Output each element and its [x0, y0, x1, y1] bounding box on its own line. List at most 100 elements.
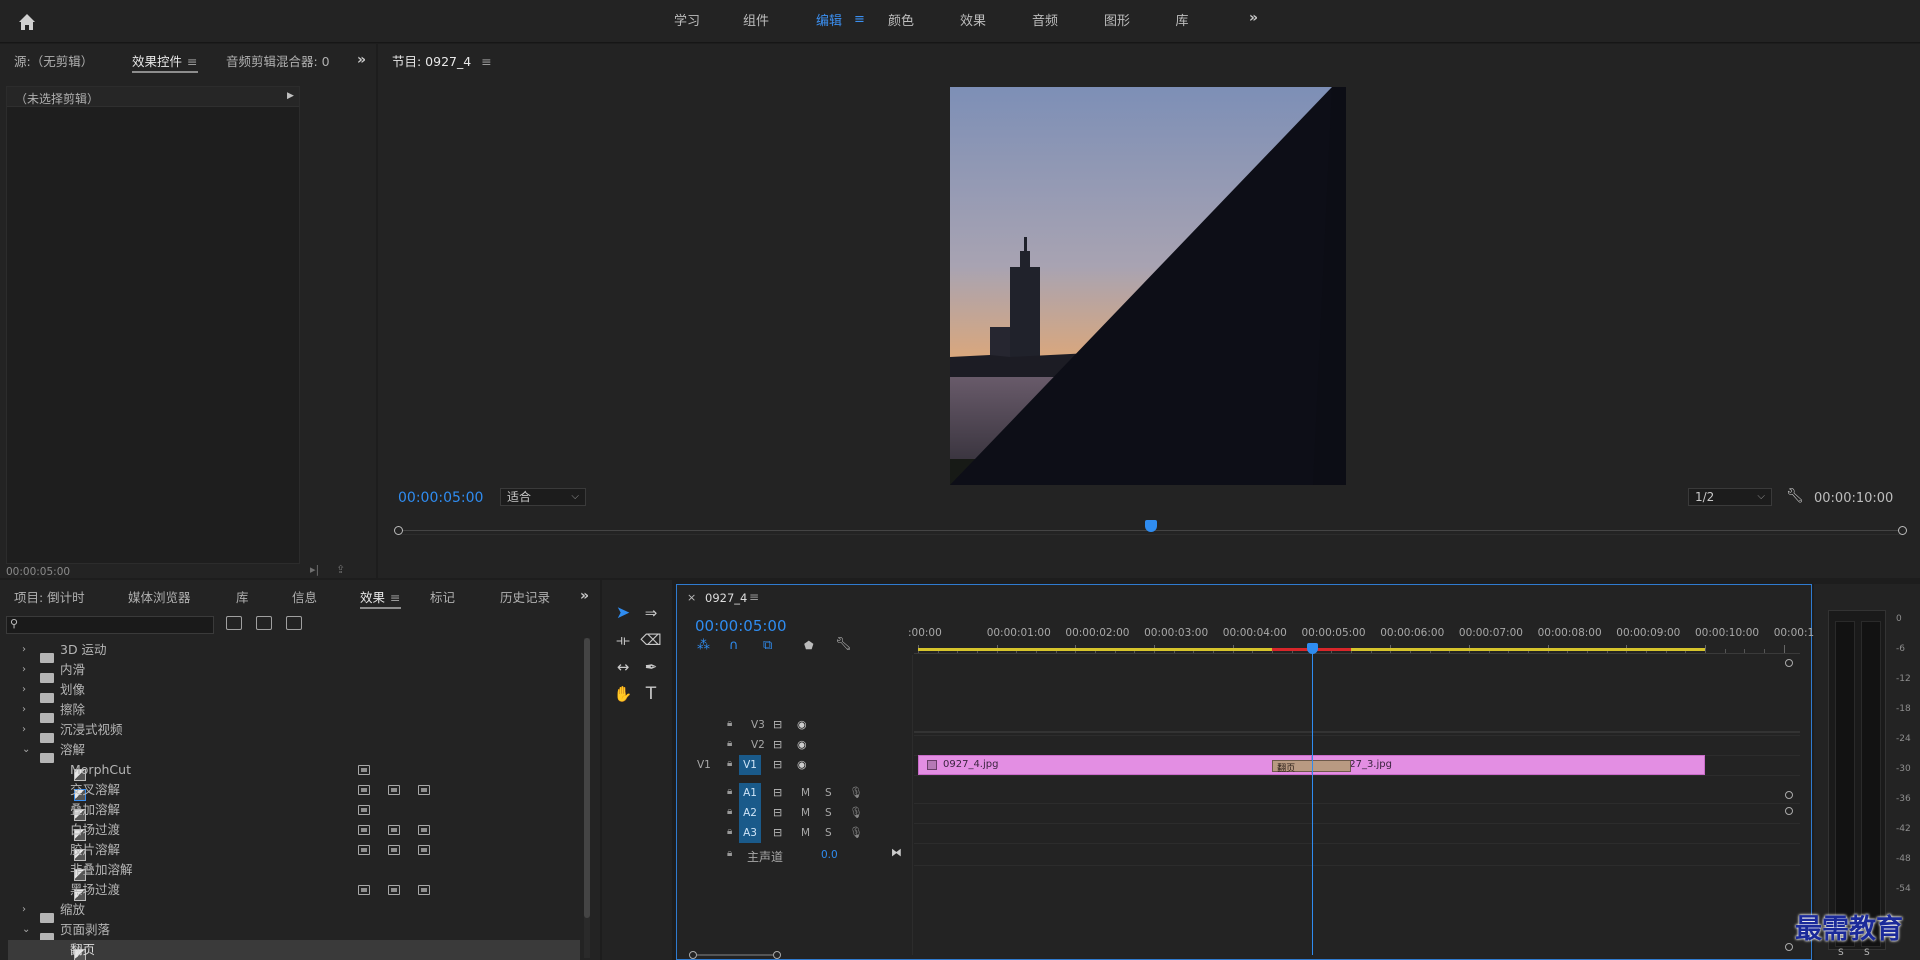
expand-arrow-icon[interactable]: › [22, 700, 26, 720]
slip-tool-icon[interactable]: ↔ [612, 656, 634, 678]
tree-effect-row[interactable]: 黑场过渡 [8, 880, 580, 901]
tree-effect-row[interactable]: 非叠加溶解 [8, 860, 580, 881]
sync-lock-icon[interactable]: ⊟ [773, 718, 782, 731]
tab-libraries[interactable]: 库 [236, 584, 249, 612]
program-playhead[interactable] [1145, 520, 1157, 532]
eye-icon[interactable]: ◉ [797, 738, 807, 751]
panel-overflow-icon[interactable]: » [580, 588, 589, 604]
effects-search-box[interactable]: ⚲ [6, 616, 214, 634]
expand-arrow-icon[interactable]: ▶ [287, 91, 294, 101]
tree-folder-row[interactable]: › 擦除 [8, 700, 580, 723]
tree-folder-row[interactable]: ⌄ 页面剥落 [8, 920, 580, 943]
resolution-dropdown[interactable]: 1/2 ⌵ [1688, 488, 1772, 506]
filter-play-icon[interactable]: ▸| [310, 563, 319, 576]
workspace-tab-learn[interactable]: 学习 [672, 12, 702, 32]
tree-folder-row[interactable]: › 缩放 [8, 900, 580, 923]
expand-arrow-icon[interactable]: › [22, 900, 26, 920]
timeline-timecode[interactable]: 00:00:05:00 [695, 617, 787, 635]
microphone-icon[interactable]: 🎙︎ [849, 806, 863, 819]
sync-lock-icon[interactable]: ⊟ [773, 806, 782, 819]
scrubber-end-handle[interactable] [1898, 526, 1907, 535]
expand-arrow-icon[interactable]: ⌄ [22, 740, 30, 760]
sync-lock-icon[interactable]: ⊟ [773, 758, 782, 771]
tree-effect-row[interactable]: MorphCut [8, 760, 580, 781]
workspace-tab-color[interactable]: 颜色 [886, 12, 916, 32]
timeline-settings-wrench-icon[interactable]: 🔧︎ [835, 637, 852, 652]
timeline-playhead[interactable] [1306, 643, 1318, 654]
sync-lock-icon[interactable]: ⊟ [773, 826, 782, 839]
home-icon[interactable] [16, 11, 38, 33]
solo-button[interactable]: S [825, 827, 832, 839]
audio-track-button[interactable]: A2 [739, 803, 761, 823]
export-icon[interactable]: ⇪ [336, 563, 345, 576]
32bit-effects-filter-icon[interactable] [256, 616, 272, 630]
linked-selection-icon[interactable]: ⧉ [763, 638, 772, 653]
workspace-tab-libraries[interactable]: 库 [1174, 12, 1190, 32]
scrubber-start-handle[interactable] [394, 526, 403, 535]
microphone-icon[interactable]: 🎙︎ [849, 786, 863, 799]
program-timecode-current[interactable]: 00:00:05:00 [398, 490, 483, 506]
tab-media-browser[interactable]: 媒体浏览器 [128, 584, 191, 612]
wrench-icon[interactable]: 🔧︎ [1786, 488, 1804, 504]
panel-menu-icon[interactable]: ≡ [749, 590, 759, 604]
mute-button[interactable]: M [801, 787, 810, 799]
horizontal-zoom-left-handle[interactable] [689, 951, 697, 959]
zoom-dropdown[interactable]: 适合 ⌵ [500, 488, 586, 506]
video-clip[interactable]: 0927_3.jpg [1311, 755, 1705, 775]
video-zoom-handle-bottom[interactable] [1785, 791, 1793, 799]
tab-program[interactable]: 节目: 0927_4 ≡ [392, 48, 492, 76]
video-zoom-handle[interactable] [1785, 659, 1793, 667]
sync-lock-icon[interactable]: ⊟ [773, 786, 782, 799]
hand-tool-icon[interactable]: ✋ [612, 683, 634, 705]
effects-scrollbar[interactable] [584, 638, 590, 958]
workspace-tab-graphics[interactable]: 图形 [1102, 12, 1132, 32]
solo-button[interactable]: S [825, 807, 832, 819]
sequence-tab[interactable]: 0927_4 [705, 591, 747, 605]
tab-markers[interactable]: 标记 [430, 584, 455, 612]
solo-left-button[interactable]: S [1838, 948, 1844, 958]
time-ruler[interactable]: :00:00 00:00:01:00 00:00:02:00 00:00:03:00 0… [908, 627, 1814, 655]
audio-track-button[interactable]: A1 [739, 783, 761, 803]
tab-project[interactable]: 项目: 倒计时 [14, 584, 85, 612]
eye-icon[interactable]: ◉ [797, 718, 807, 731]
video-track-label[interactable]: V3 [751, 719, 765, 731]
snap-icon[interactable]: ∩ [729, 638, 739, 653]
tree-effect-row[interactable]: 叠加溶解 [8, 800, 580, 821]
tree-effect-row[interactable]: 白场过渡 [8, 820, 580, 841]
video-clip[interactable]: 0927_4.jpg [918, 755, 1312, 775]
tab-source[interactable]: 源:（无剪辑） [14, 48, 93, 76]
horizontal-zoom-right-handle[interactable] [773, 951, 781, 959]
workspace-tab-audio[interactable]: 音频 [1030, 12, 1060, 32]
workspace-tab-editing[interactable]: 编辑 [814, 12, 844, 32]
add-marker-icon[interactable]: ⬟ [804, 639, 814, 652]
sync-lock-icon[interactable]: ⊟ [773, 738, 782, 751]
source-patch-label[interactable]: V1 [697, 759, 711, 771]
workspace-menu-icon[interactable]: ≡ [854, 12, 865, 27]
solo-button[interactable]: S [825, 787, 832, 799]
audio-zoom-handle[interactable] [1785, 807, 1793, 815]
yuv-effects-filter-icon[interactable] [286, 616, 302, 630]
lock-icon[interactable]: 🔒︎ [727, 718, 732, 729]
track-select-tool-icon[interactable]: ⇒ [640, 602, 662, 624]
expand-arrow-icon[interactable]: › [22, 680, 26, 700]
video-track-label[interactable]: V2 [751, 739, 765, 751]
tree-folder-row[interactable]: › 内滑 [8, 660, 580, 683]
razor-tool-icon[interactable]: ⌫ [640, 629, 662, 651]
mute-button[interactable]: M [801, 827, 810, 839]
lock-icon[interactable]: 🔒︎ [727, 806, 732, 817]
selection-tool-icon[interactable]: ➤ [612, 602, 634, 624]
type-tool-icon[interactable]: T [640, 683, 662, 705]
pen-tool-icon[interactable]: ✒ [640, 656, 662, 678]
nest-icon[interactable]: ⁂ [697, 638, 710, 653]
workspace-tab-effects[interactable]: 效果 [958, 12, 988, 32]
solo-right-button[interactable]: S [1864, 948, 1870, 958]
tab-audio-clip-mixer[interactable]: 音频剪辑混合器: 0 [226, 48, 330, 76]
track-area[interactable]: 0927_4.jpg 0927_3.jpg 翻页 [914, 655, 1800, 955]
tab-history[interactable]: 历史记录 [500, 584, 550, 612]
tab-info[interactable]: 信息 [292, 584, 317, 612]
accelerated-effects-filter-icon[interactable] [226, 616, 242, 630]
microphone-icon[interactable]: 🎙︎ [849, 826, 863, 839]
tree-folder-row[interactable]: ⌄ 溶解 [8, 740, 580, 763]
tab-effect-controls[interactable]: 效果控件 ≡ [132, 48, 198, 76]
tree-folder-row[interactable]: › 划像 [8, 680, 580, 703]
